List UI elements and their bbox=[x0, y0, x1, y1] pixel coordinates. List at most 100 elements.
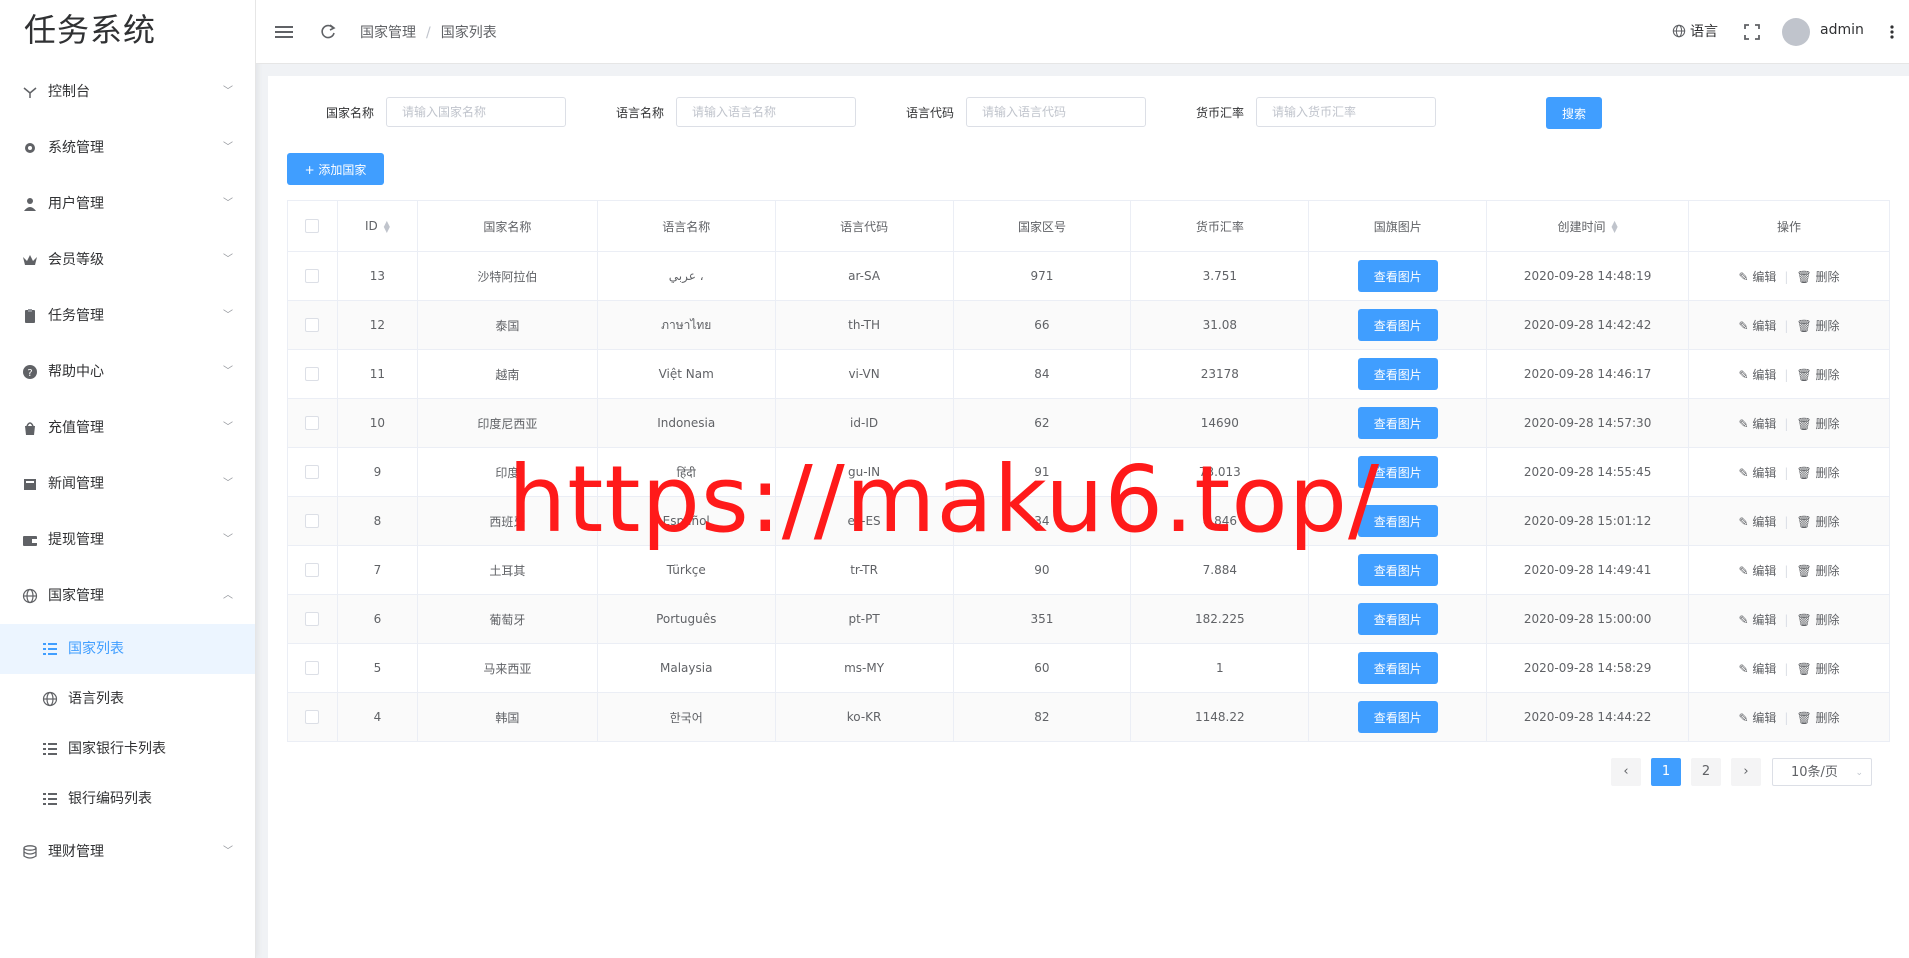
sidebar-item-10[interactable]: 理财管理 ﹀ bbox=[0, 824, 255, 880]
sidebar: 任务系统 控制台 ﹀ 系统管理 ﹀ 用户管理 ﹀ 会员等级 ﹀ 任务管理 ﹀? 帮助中心 ﹀ 充值管理 ﹀… bbox=[0, 0, 256, 958]
delete-button[interactable]: 🗑 删除 bbox=[1796, 466, 1839, 480]
edit-icon: ✎ bbox=[1738, 269, 1749, 284]
cell-dial-code: 62 bbox=[952, 398, 1132, 448]
view-image-button[interactable]: 查看图片 bbox=[1357, 505, 1438, 537]
hamburger-menu-icon[interactable] bbox=[274, 22, 294, 42]
sidebar-item-5[interactable]: ? 帮助中心 ﹀ bbox=[0, 344, 255, 400]
view-image-button[interactable]: 查看图片 bbox=[1357, 260, 1438, 292]
edit-button[interactable]: ✎ 编辑 bbox=[1739, 466, 1777, 480]
delete-button[interactable]: 🗑 删除 bbox=[1796, 662, 1839, 676]
select-all-checkbox[interactable] bbox=[305, 219, 320, 234]
search-button[interactable]: 搜索 bbox=[1546, 97, 1602, 129]
row-checkbox[interactable] bbox=[305, 710, 320, 725]
view-image-button[interactable]: 查看图片 bbox=[1357, 554, 1438, 586]
cell-flag-image: 查看图片 bbox=[1308, 545, 1488, 595]
sidebar-item-2[interactable]: 用户管理 ﹀ bbox=[0, 176, 255, 232]
sidebar-subitem-label: 银行编码列表 bbox=[68, 791, 152, 807]
sidebar-item-8[interactable]: 提现管理 ﹀ bbox=[0, 512, 255, 568]
delete-button[interactable]: 🗑 删除 bbox=[1796, 270, 1839, 284]
sidebar-subitem-label: 国家银行卡列表 bbox=[68, 741, 166, 757]
view-image-button[interactable]: 查看图片 bbox=[1357, 358, 1438, 390]
sort-icon[interactable]: ▲ ▼ bbox=[1612, 220, 1618, 234]
cell-actions: ✎ 编辑 | 🗑 删除 bbox=[1688, 398, 1890, 448]
view-image-button[interactable]: 查看图片 bbox=[1357, 652, 1438, 684]
trash-icon: 🗑 bbox=[1796, 563, 1812, 578]
page-1-button[interactable]: 1 bbox=[1651, 758, 1681, 786]
delete-button[interactable]: 🗑 删除 bbox=[1796, 417, 1839, 431]
sidebar-item-0[interactable]: 控制台 ﹀ bbox=[0, 64, 255, 120]
cell-language-name: ภาษาไทย bbox=[596, 300, 776, 350]
breadcrumb-separator: / bbox=[426, 25, 431, 41]
sort-icon[interactable]: ▲ ▼ bbox=[384, 219, 390, 233]
prev-page-button[interactable]: ‹ bbox=[1611, 758, 1641, 786]
edit-button[interactable]: ✎ 编辑 bbox=[1739, 270, 1777, 284]
username[interactable]: admin bbox=[1820, 22, 1864, 38]
edit-button[interactable]: ✎ 编辑 bbox=[1739, 613, 1777, 627]
row-checkbox[interactable] bbox=[305, 367, 320, 382]
view-image-button[interactable]: 查看图片 bbox=[1357, 456, 1438, 488]
column-header-id[interactable]: ID ▲ ▼ bbox=[336, 200, 418, 252]
edit-button[interactable]: ✎ 编辑 bbox=[1739, 711, 1777, 725]
sidebar-subitem-0[interactable]: 国家列表 bbox=[0, 624, 255, 674]
avatar[interactable] bbox=[1782, 18, 1810, 46]
more-vertical-icon[interactable] bbox=[1886, 22, 1898, 42]
cell-exchange-rate: 31.08 bbox=[1130, 300, 1310, 350]
language-name-input[interactable] bbox=[676, 97, 856, 127]
sidebar-item-7[interactable]: 新闻管理 ﹀ bbox=[0, 456, 255, 512]
sidebar-subitem-3[interactable]: 银行编码列表 bbox=[0, 774, 255, 824]
edit-button[interactable]: ✎ 编辑 bbox=[1739, 417, 1777, 431]
row-checkbox[interactable] bbox=[305, 612, 320, 627]
sidebar-item-3[interactable]: 会员等级 ﹀ bbox=[0, 232, 255, 288]
country-name-input[interactable] bbox=[386, 97, 566, 127]
breadcrumb-item-country-management[interactable]: 国家管理 bbox=[360, 25, 416, 41]
row-checkbox[interactable] bbox=[305, 465, 320, 480]
language-code-input[interactable] bbox=[966, 97, 1146, 127]
edit-button[interactable]: ✎ 编辑 bbox=[1739, 662, 1777, 676]
column-header-language-name: 语言名称 bbox=[596, 200, 776, 252]
fullscreen-icon[interactable] bbox=[1742, 22, 1762, 42]
sidebar-item-4[interactable]: 任务管理 ﹀ bbox=[0, 288, 255, 344]
cell-flag-image: 查看图片 bbox=[1308, 251, 1488, 301]
row-checkbox[interactable] bbox=[305, 318, 320, 333]
exchange-rate-input[interactable] bbox=[1256, 97, 1436, 127]
delete-button[interactable]: 🗑 删除 bbox=[1796, 368, 1839, 382]
edit-button[interactable]: ✎ 编辑 bbox=[1739, 319, 1777, 333]
delete-button[interactable]: 🗑 删除 bbox=[1796, 711, 1839, 725]
row-checkbox[interactable] bbox=[305, 661, 320, 676]
view-image-button[interactable]: 查看图片 bbox=[1357, 603, 1438, 635]
sidebar-item-9[interactable]: 国家管理 ︿ bbox=[0, 568, 255, 624]
cell-language-code: pt-PT bbox=[774, 594, 954, 644]
add-country-button[interactable]: + 添加国家 bbox=[287, 153, 384, 185]
sidebar-item-6[interactable]: 充值管理 ﹀ bbox=[0, 400, 255, 456]
page-size-select[interactable]: 10条/页 ⌄ bbox=[1772, 758, 1872, 786]
edit-button[interactable]: ✎ 编辑 bbox=[1739, 368, 1777, 382]
action-divider: | bbox=[1784, 367, 1789, 382]
sidebar-item-label: 帮助中心 bbox=[48, 364, 104, 380]
next-page-button[interactable]: › bbox=[1731, 758, 1761, 786]
chevron-down-icon: ﹀ bbox=[223, 198, 233, 209]
delete-button[interactable]: 🗑 删除 bbox=[1796, 613, 1839, 627]
edit-button[interactable]: ✎ 编辑 bbox=[1739, 564, 1777, 578]
row-checkbox[interactable] bbox=[305, 514, 320, 529]
row-checkbox[interactable] bbox=[305, 563, 320, 578]
view-image-button[interactable]: 查看图片 bbox=[1357, 407, 1438, 439]
action-divider: | bbox=[1784, 710, 1789, 725]
view-image-button[interactable]: 查看图片 bbox=[1357, 701, 1438, 733]
language-switcher[interactable]: 语言 bbox=[1672, 21, 1718, 41]
row-checkbox[interactable] bbox=[305, 269, 320, 284]
refresh-icon[interactable] bbox=[318, 22, 338, 42]
sidebar-subitem-2[interactable]: 国家银行卡列表 bbox=[0, 724, 255, 774]
row-checkbox[interactable] bbox=[305, 416, 320, 431]
table-row: 9 印度 हिंदी gu-IN 91 73.013 查看图片 2020-09-28 14:5… bbox=[287, 447, 1890, 497]
page-2-button[interactable]: 2 bbox=[1691, 758, 1721, 786]
column-header-created-time[interactable]: 创建时间 ▲ ▼ bbox=[1486, 200, 1690, 252]
view-image-button[interactable]: 查看图片 bbox=[1357, 309, 1438, 341]
edit-button[interactable]: ✎ 编辑 bbox=[1739, 515, 1777, 529]
sidebar-item-1[interactable]: 系统管理 ﹀ bbox=[0, 120, 255, 176]
sidebar-subitem-1[interactable]: 语言列表 bbox=[0, 674, 255, 724]
delete-button[interactable]: 🗑 删除 bbox=[1796, 515, 1839, 529]
action-divider: | bbox=[1784, 514, 1789, 529]
delete-button[interactable]: 🗑 删除 bbox=[1796, 564, 1839, 578]
delete-button[interactable]: 🗑 删除 bbox=[1796, 319, 1839, 333]
cell-country-name: 西班牙 bbox=[416, 496, 598, 546]
